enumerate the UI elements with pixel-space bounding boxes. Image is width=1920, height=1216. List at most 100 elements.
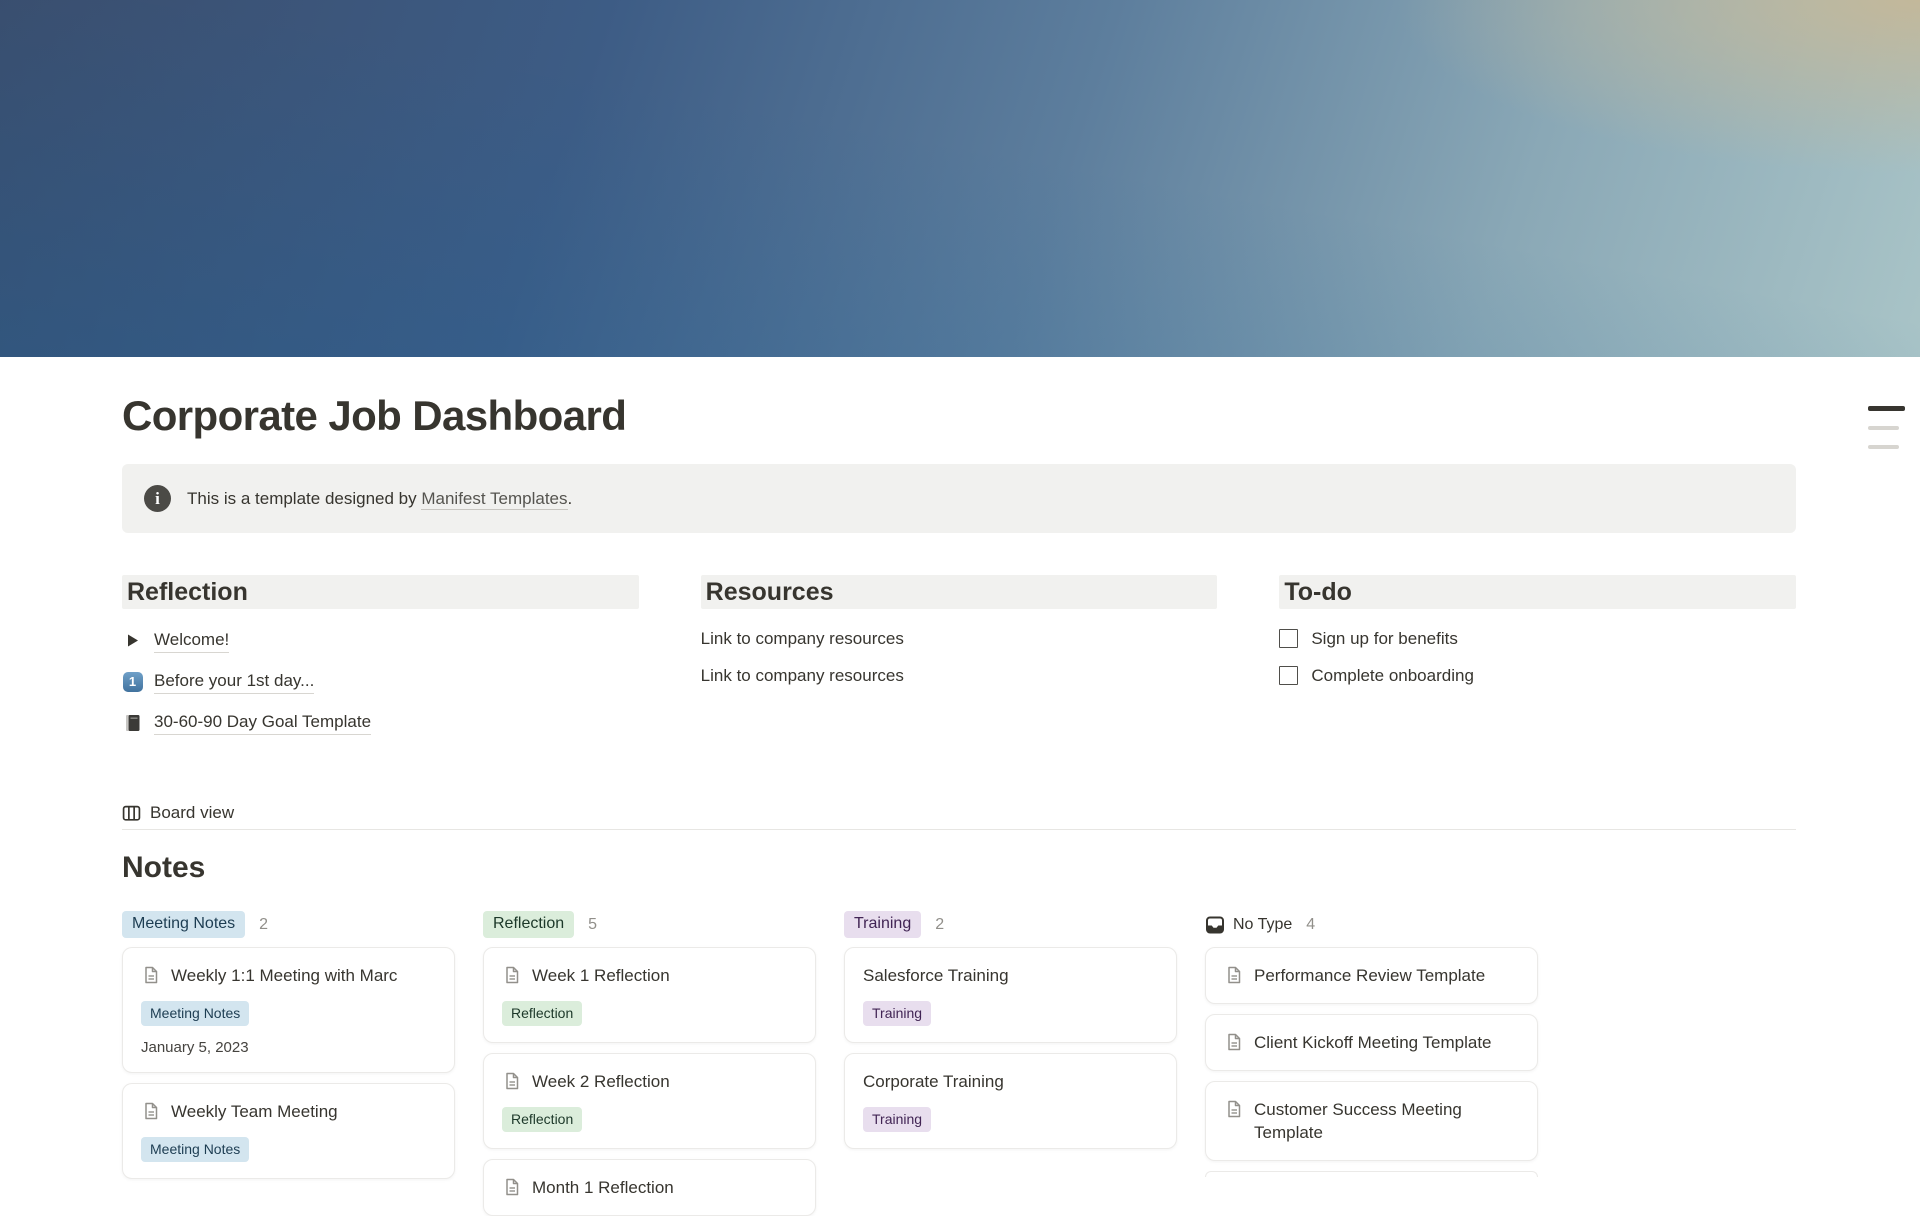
card-title: Client Kickoff Meeting Template — [1254, 1031, 1492, 1054]
card-title: Corporate Training — [863, 1070, 1004, 1093]
card-month-1-reflection[interactable]: Month 1 Reflection — [483, 1159, 816, 1216]
todo-label: Sign up for benefits — [1311, 629, 1457, 649]
group-cards: Salesforce TrainingTrainingCorporate Tra… — [844, 947, 1177, 1149]
card-title: Performance Review Template — [1254, 964, 1485, 987]
column-to-do: To-do Sign up for benefits Complete onboar… — [1279, 575, 1796, 743]
board-groups: Meeting Notes 2 Weekly 1:1 Meeting with Ma… — [122, 911, 1796, 1216]
page-link-label: Welcome! — [154, 629, 229, 653]
toc-bar[interactable] — [1868, 445, 1899, 449]
page-icon — [502, 965, 522, 985]
card-week-2-reflection[interactable]: Week 2 Reflection Reflection — [483, 1053, 816, 1149]
page-icon — [141, 965, 161, 985]
page-link-label: 30-60-90 Day Goal Template — [154, 711, 371, 735]
page-link-30-60-90-day-goal-template[interactable]: 30-60-90 Day Goal Template — [122, 702, 639, 743]
column-header-to-do: To-do — [1279, 575, 1796, 609]
column-items: Welcome! 1 Before your 1st day... 30-60-90 … — [122, 620, 639, 743]
manifest-templates-link[interactable]: Manifest Templates — [421, 489, 567, 510]
table-of-contents-indicator — [1868, 406, 1906, 464]
page-icon — [1224, 1032, 1244, 1052]
toc-bar[interactable] — [1868, 426, 1899, 430]
page-icon — [141, 1101, 161, 1121]
card-customer-success-meeting-template[interactable]: Customer Success Meeting Template — [1205, 1081, 1538, 1161]
checkbox[interactable] — [1279, 666, 1298, 685]
card-tag-meeting-notes: Meeting Notes — [141, 1137, 249, 1162]
text-block: Link to company resources — [701, 620, 1218, 657]
card-performance-review-template[interactable]: Performance Review Template — [1205, 947, 1538, 1004]
column-items: Link to company resourcesLink to company… — [701, 620, 1218, 694]
group-count: 5 — [588, 916, 597, 934]
card-tag-reflection: Reflection — [502, 1001, 582, 1026]
board-group-no-type: No Type 4 Performance Review Template Clien… — [1205, 911, 1538, 1177]
card-date: January 5, 2023 — [141, 1039, 436, 1056]
card-week-1-reflection[interactable]: Week 1 Reflection Reflection — [483, 947, 816, 1043]
card-title-row: Week 1 Reflection — [502, 964, 797, 987]
card-weekly-team-meeting[interactable]: Weekly Team Meeting Meeting Notes — [122, 1083, 455, 1179]
keycap-1-icon: 1 — [122, 672, 143, 692]
card-title: Month 1 Reflection — [532, 1176, 674, 1199]
checkbox[interactable] — [1279, 629, 1298, 648]
info-icon: i — [144, 485, 171, 512]
card-salesforce-training[interactable]: Salesforce Training Training — [844, 947, 1177, 1043]
group-cards: Performance Review Template Client Kickof… — [1205, 947, 1538, 1177]
card-title-row: Salesforce Training — [863, 964, 1158, 987]
board-group-training: Training2Salesforce TrainingTrainingCorp… — [844, 911, 1177, 1149]
tab-board-view[interactable]: Board view — [122, 797, 1796, 830]
card-partial[interactable] — [1205, 1171, 1538, 1177]
callout-text: This is a template designed by Manifest … — [187, 489, 572, 509]
card-tag-meeting-notes: Meeting Notes — [141, 1001, 249, 1026]
group-badge-training[interactable]: Training — [844, 911, 921, 938]
group-count: 4 — [1306, 916, 1315, 934]
card-client-kickoff-meeting-template[interactable]: Client Kickoff Meeting Template — [1205, 1014, 1538, 1071]
group-count: 2 — [259, 916, 268, 934]
card-title-row: Weekly Team Meeting — [141, 1100, 436, 1123]
keycap-1-icon: 1 — [123, 672, 143, 692]
page-icon — [1224, 965, 1244, 985]
card-title-row: Client Kickoff Meeting Template — [1224, 1031, 1519, 1054]
page-title: Corporate Job Dashboard — [122, 393, 1796, 439]
card-title: Week 2 Reflection — [532, 1070, 670, 1093]
callout: i This is a template designed by Manifes… — [122, 464, 1796, 533]
page-link-label: Before your 1st day... — [154, 670, 314, 694]
card-title: Weekly Team Meeting — [171, 1100, 338, 1123]
column-header-reflection: Reflection — [122, 575, 639, 609]
toc-bar[interactable] — [1868, 406, 1905, 411]
group-name: No Type — [1233, 916, 1292, 934]
todo-item-complete-onboarding: Complete onboarding — [1279, 657, 1796, 694]
page-content: Corporate Job Dashboard i This is a temp… — [0, 393, 1920, 1216]
card-title: Salesforce Training — [863, 964, 1009, 987]
card-tag-training: Training — [863, 1001, 931, 1026]
card-title: Weekly 1:1 Meeting with Marc — [171, 964, 397, 987]
columns-section: Reflection Welcome! 1 Before your 1st day..… — [122, 575, 1796, 743]
card-title-row: Corporate Training — [863, 1070, 1158, 1093]
page-icon — [502, 1177, 522, 1197]
group-badge-meeting-notes[interactable]: Meeting Notes — [122, 911, 245, 938]
board-group-meeting-notes: Meeting Notes 2 Weekly 1:1 Meeting with Ma… — [122, 911, 455, 1179]
card-tag-reflection: Reflection — [502, 1107, 582, 1132]
group-label-no-type[interactable]: No Type — [1205, 915, 1292, 935]
group-header: No Type 4 — [1205, 911, 1538, 938]
todo-item-sign-up-for-benefits: Sign up for benefits — [1279, 620, 1796, 657]
group-header: Meeting Notes 2 — [122, 911, 455, 938]
page-link-welcome[interactable]: Welcome! — [122, 620, 639, 661]
column-resources: ResourcesLink to company resourcesLink t… — [701, 575, 1218, 743]
column-items: Sign up for benefits Complete onboarding — [1279, 620, 1796, 694]
cover-image — [0, 0, 1920, 357]
page-icon — [1224, 1099, 1244, 1119]
todo-label: Complete onboarding — [1311, 666, 1474, 686]
group-cards: Weekly 1:1 Meeting with Marc Meeting Note… — [122, 947, 455, 1179]
card-title: Week 1 Reflection — [532, 964, 670, 987]
notebook-icon — [122, 713, 143, 733]
board-view-label: Board view — [150, 803, 234, 823]
group-header: Training2 — [844, 911, 1177, 938]
board-view-icon — [122, 804, 141, 823]
page-link-before-your-1st-day[interactable]: 1 Before your 1st day... — [122, 661, 639, 702]
card-title-row: Week 2 Reflection — [502, 1070, 797, 1093]
card-corporate-training[interactable]: Corporate Training Training — [844, 1053, 1177, 1149]
board-group-reflection: Reflection5Week 1 ReflectionReflectionWe… — [483, 911, 816, 1216]
page-icon — [502, 1071, 522, 1091]
card-weekly-1-1-meeting-with-marc[interactable]: Weekly 1:1 Meeting with Marc Meeting Note… — [122, 947, 455, 1073]
card-title-row: Performance Review Template — [1224, 964, 1519, 987]
card-title-row: Month 1 Reflection — [502, 1176, 797, 1199]
group-badge-reflection[interactable]: Reflection — [483, 911, 574, 938]
card-tag-training: Training — [863, 1107, 931, 1132]
